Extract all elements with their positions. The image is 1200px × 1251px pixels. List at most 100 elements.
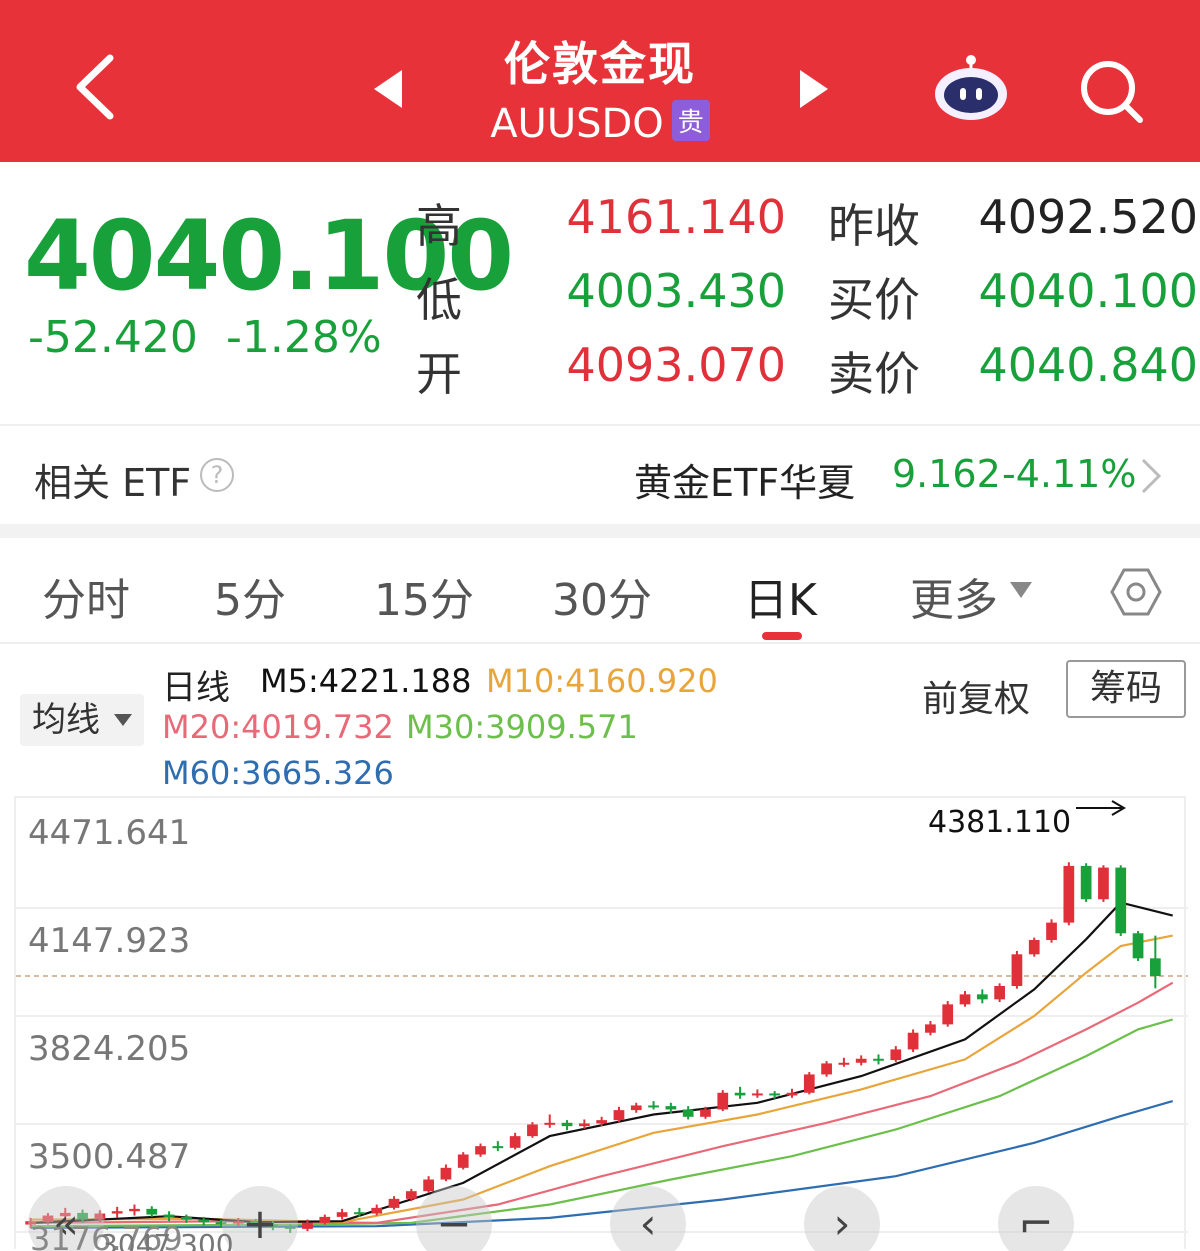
- candle-body: [388, 1198, 400, 1208]
- low-label: 低: [416, 273, 462, 327]
- candle-body: [354, 1212, 365, 1215]
- max-price-label: 4381.110: [928, 805, 1071, 840]
- precious-metal-badge: 贵: [671, 100, 710, 141]
- candle-body: [1063, 865, 1075, 923]
- price-change: -52.420: [28, 312, 198, 363]
- y-axis-label: 3824.205: [28, 1029, 190, 1069]
- candle-body: [1132, 933, 1144, 959]
- candle-body: [596, 1120, 608, 1124]
- candle-body: [838, 1062, 850, 1065]
- candle-body: [405, 1191, 417, 1199]
- candle-body: [544, 1122, 556, 1125]
- tab-15min[interactable]: 15分: [374, 564, 474, 628]
- search-icon[interactable]: [1076, 56, 1146, 126]
- back-chevron-icon[interactable]: [68, 52, 128, 122]
- tab-daily-k[interactable]: 日K: [744, 564, 817, 628]
- candle-body: [336, 1212, 348, 1217]
- candle-body: [457, 1154, 469, 1168]
- symbol-text: AUUSDO: [490, 101, 664, 147]
- candle-body: [613, 1110, 625, 1121]
- candle-body: [440, 1167, 452, 1180]
- ma30-value: M30:3909.571: [406, 708, 638, 746]
- instrument-symbol: AUUSDO 贵: [400, 100, 800, 147]
- y-axis-label: 4471.641: [28, 813, 190, 853]
- candle-body: [873, 1058, 884, 1061]
- dropdown-triangle-icon[interactable]: [1010, 582, 1032, 598]
- chevron-right-icon[interactable]: [1138, 456, 1164, 496]
- chart-control-icon: −: [436, 1199, 471, 1248]
- settings-hexagon-icon[interactable]: [1108, 564, 1164, 620]
- candle-body: [561, 1122, 573, 1127]
- candle-body: [682, 1109, 694, 1117]
- candle-body: [821, 1063, 832, 1075]
- ma10-value: M10:4160.920: [486, 662, 718, 700]
- tab-more[interactable]: 更多: [910, 564, 998, 628]
- candle-body: [163, 1214, 175, 1217]
- candle-body: [769, 1093, 781, 1096]
- candle-body: [700, 1109, 711, 1117]
- candle-body: [959, 994, 971, 1005]
- candle-body: [527, 1124, 538, 1137]
- candle-body: [648, 1105, 659, 1108]
- candle-body: [371, 1207, 383, 1214]
- dropdown-triangle-icon[interactable]: [114, 714, 132, 726]
- candle-body: [492, 1146, 504, 1149]
- tab-5min[interactable]: 5分: [214, 564, 286, 628]
- candle-body: [976, 994, 988, 1000]
- period-label: 日线: [162, 668, 230, 708]
- ma20-line: [30, 981, 1174, 1225]
- candle-body: [1011, 954, 1023, 987]
- ma-selector-label: 均线: [32, 700, 100, 740]
- candle-body: [803, 1074, 815, 1093]
- candle-body: [302, 1222, 313, 1229]
- ask-value: 4040.840: [978, 338, 1199, 392]
- candle-body: [994, 986, 1005, 1000]
- candle-body: [1098, 867, 1109, 900]
- prev-close-value: 4092.520: [978, 190, 1199, 244]
- kline-chart-svg[interactable]: 4471.641 4147.923 3824.205 3500.487 4381.110…: [16, 798, 1188, 1251]
- tab-30min[interactable]: 30分: [552, 564, 652, 628]
- next-instrument-icon[interactable]: [800, 70, 828, 108]
- low-value: 4003.430: [566, 264, 787, 318]
- etf-price: 9.162: [892, 452, 1001, 496]
- candle-body: [111, 1211, 123, 1214]
- active-tab-indicator: [762, 632, 802, 640]
- candle-body: [855, 1058, 867, 1063]
- ma5-value: M5:4221.188: [260, 662, 472, 700]
- page-title: 伦敦金现: [504, 37, 696, 91]
- prev-instrument-icon[interactable]: [374, 70, 402, 108]
- open-label: 开: [416, 347, 462, 401]
- price-change-percent: -1.28%: [226, 312, 382, 363]
- adjust-mode[interactable]: 前复权: [922, 670, 1030, 722]
- chart-control-icon: ⌐: [1018, 1199, 1053, 1248]
- min-price-label: 3047.300: [100, 1228, 234, 1251]
- tab-minute[interactable]: 分时: [42, 564, 130, 628]
- ask-label: 卖价: [828, 347, 920, 401]
- chart-control-icon: ›: [834, 1199, 851, 1248]
- app-header: 伦敦金现 AUUSDO 贵: [0, 0, 1200, 162]
- ma10-line: [30, 934, 1173, 1224]
- ma20-value: M20:4019.732: [162, 708, 394, 746]
- chart-control-icon: ‹: [640, 1199, 657, 1248]
- related-etf-label: 相关 ETF: [34, 461, 192, 505]
- candle-body: [475, 1146, 486, 1155]
- y-axis-label: 4147.923: [28, 921, 190, 961]
- ma5-line: [30, 901, 1173, 1224]
- candle-body: [423, 1179, 434, 1192]
- chart-control-icon: +: [242, 1199, 277, 1248]
- open-value: 4093.070: [566, 338, 787, 392]
- candle-body: [925, 1024, 936, 1033]
- high-label: 高: [416, 199, 462, 253]
- candle-body: [509, 1136, 521, 1148]
- candle-body: [786, 1092, 798, 1096]
- kline-chart[interactable]: 4471.641 4147.923 3824.205 3500.487 4381.110…: [14, 796, 1188, 1251]
- prev-close-label: 昨收: [828, 199, 920, 253]
- candle-body: [1080, 865, 1092, 900]
- help-icon[interactable]: ?: [200, 458, 234, 492]
- candle-body: [319, 1216, 331, 1223]
- chips-button[interactable]: 筹码: [1066, 660, 1186, 718]
- etf-name[interactable]: 黄金ETF华夏: [634, 452, 855, 507]
- candle-body: [734, 1092, 746, 1096]
- candle-body: [1149, 958, 1161, 977]
- robot-assistant-icon[interactable]: [932, 52, 1010, 122]
